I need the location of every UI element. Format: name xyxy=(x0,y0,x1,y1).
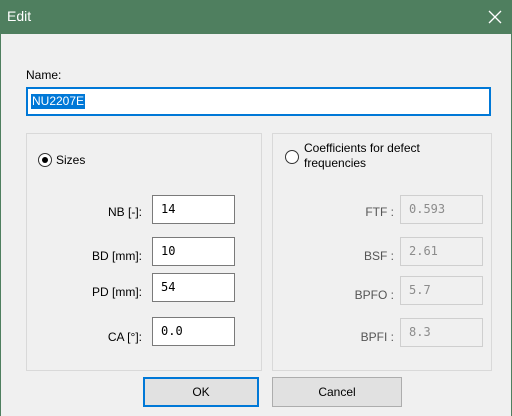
cancel-button[interactable]: Cancel xyxy=(272,377,402,407)
bpfo-input: 5.7 xyxy=(400,276,483,305)
bsf-input: 2.61 xyxy=(400,237,483,266)
pd-label: PD [mm]: xyxy=(92,285,142,299)
window-border-left xyxy=(0,34,1,416)
sizes-radio[interactable] xyxy=(38,153,52,167)
close-icon xyxy=(488,10,502,24)
coefficients-radio-label-line1[interactable]: Coefficients for defect xyxy=(304,141,420,155)
window-title: Edit xyxy=(7,8,32,24)
bpfo-label: BPFO : xyxy=(354,288,394,302)
nb-input[interactable]: 14 xyxy=(152,195,235,224)
bd-input[interactable]: 10 xyxy=(152,237,235,266)
sizes-radio-label[interactable]: Sizes xyxy=(56,153,85,167)
ftf-label: FTF : xyxy=(365,205,394,219)
bsf-label: BSF : xyxy=(363,249,394,263)
bpfi-input: 8.3 xyxy=(400,318,483,347)
bpfi-label: BPFI : xyxy=(360,330,394,344)
ca-input[interactable]: 0.0 xyxy=(152,317,235,346)
radio-selected-dot xyxy=(42,157,48,163)
title-bar: Edit xyxy=(0,0,512,34)
ca-label: CA [°]: xyxy=(107,330,142,344)
name-label: Name: xyxy=(26,68,62,82)
coefficients-radio[interactable] xyxy=(285,150,299,164)
name-input[interactable]: NU2207E xyxy=(26,87,491,116)
ftf-input: 0.593 xyxy=(400,195,483,224)
name-value: NU2207E xyxy=(31,94,86,109)
bd-label: BD [mm]: xyxy=(92,249,142,263)
close-button[interactable] xyxy=(478,0,512,34)
pd-input[interactable]: 54 xyxy=(152,273,235,302)
ok-button[interactable]: OK xyxy=(143,377,259,407)
coefficients-radio-label-line2[interactable]: frequencies xyxy=(304,156,366,170)
nb-label: NB [-]: xyxy=(107,205,142,219)
